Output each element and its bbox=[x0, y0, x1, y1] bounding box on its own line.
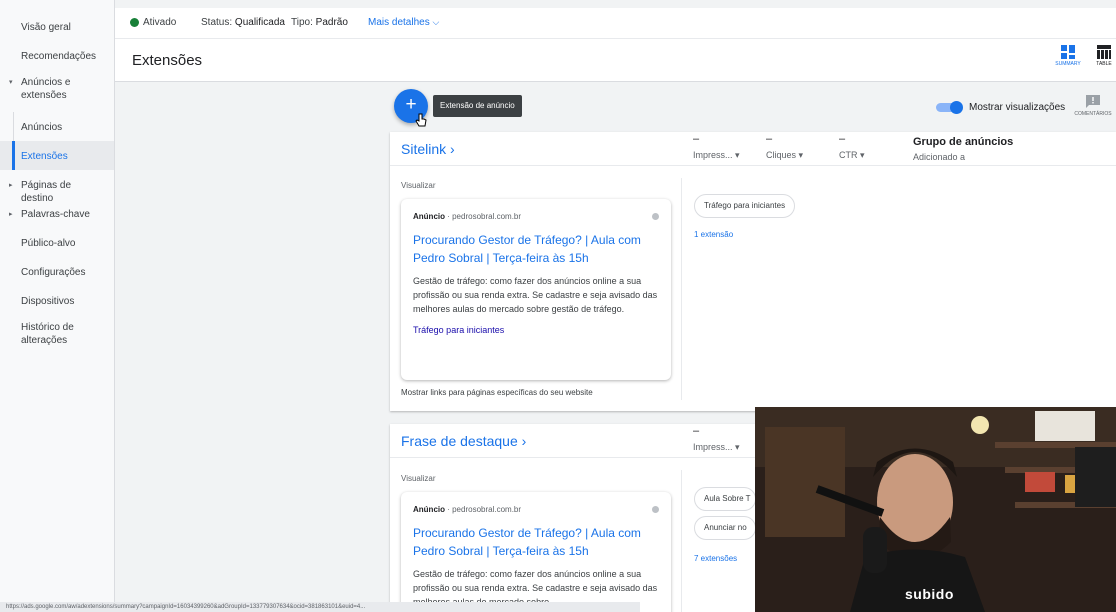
metric-impressions[interactable]: – Impress... ▾ bbox=[693, 132, 740, 161]
metric-clicks[interactable]: – Cliques ▾ bbox=[766, 132, 803, 161]
page-title: Extensões bbox=[132, 52, 203, 69]
summary-label: SUMMARY bbox=[1055, 61, 1081, 67]
comment-icon bbox=[1086, 95, 1100, 108]
shirt-logo-text: subido bbox=[905, 586, 954, 602]
caret-right-icon: ▸ bbox=[9, 182, 13, 189]
table-label: TABLE bbox=[1096, 61, 1112, 67]
sitelink-description: Mostrar links para páginas específicas d… bbox=[401, 388, 593, 397]
chevron-right-icon: › bbox=[521, 433, 527, 449]
add-extension-tooltip: Extensão de anúncio bbox=[433, 95, 522, 117]
dropdown-icon: ▾ bbox=[735, 442, 740, 452]
dropdown-icon: ▾ bbox=[735, 150, 740, 160]
chevron-right-icon: › bbox=[450, 141, 455, 157]
metric-impressions[interactable]: – Impress... ▾ bbox=[693, 424, 740, 453]
ad-headline[interactable]: Procurando Gestor de Tráfego? | Aula com… bbox=[413, 524, 659, 560]
sidebar-item-configuracoes[interactable]: Configurações bbox=[0, 257, 114, 286]
ad-headline[interactable]: Procurando Gestor de Tráfego? | Aula com… bbox=[413, 231, 659, 267]
ad-group-heading: Grupo de anúncios bbox=[913, 136, 1014, 148]
sidebar-item-visao-geral[interactable]: Visão geral bbox=[0, 12, 114, 41]
sidebar-item-anuncios-e-extensoes[interactable]: ▾ Anúncios e extensões bbox=[0, 70, 114, 112]
preview-label: Visualizar bbox=[401, 181, 436, 190]
ad-domain: pedrosobral.com.br bbox=[452, 505, 522, 514]
sidebar: Visão geral Recomendações ▾ Anúncios e e… bbox=[0, 0, 115, 612]
status-dot-icon bbox=[130, 18, 139, 27]
sidebar-item-anuncios[interactable]: Anúncios bbox=[0, 112, 114, 141]
table-icon bbox=[1097, 45, 1111, 59]
type-label: Tipo: Padrão bbox=[291, 17, 348, 28]
ad-preview: Anúncio · pedrosobral.com.br Procurando … bbox=[401, 199, 671, 380]
comments-label: COMENTÁRIOS bbox=[1074, 111, 1112, 117]
metric-ctr[interactable]: – CTR ▾ bbox=[839, 132, 865, 161]
show-previews-label: Mostrar visualizações bbox=[969, 102, 1066, 113]
dropdown-icon: ▾ bbox=[798, 150, 804, 160]
sitelink-card: Sitelink › – Impress... ▾ – Cliques ▾ – … bbox=[390, 132, 1116, 411]
info-icon bbox=[652, 213, 659, 220]
sidebar-item-recomendacoes[interactable]: Recomendações bbox=[0, 41, 114, 70]
column-divider bbox=[681, 470, 682, 612]
extension-count-link[interactable]: 7 extensões bbox=[694, 554, 737, 563]
sidebar-item-palavras-chave[interactable]: ▸ Palavras-chave bbox=[0, 199, 114, 228]
ad-tag: Anúncio bbox=[413, 505, 445, 514]
dropdown-icon: ▾ bbox=[860, 150, 865, 160]
extension-count-link[interactable]: 1 extensão bbox=[694, 230, 733, 239]
caret-down-icon: ▾ bbox=[9, 79, 13, 86]
chevron-down-icon: ⌵ bbox=[432, 17, 440, 27]
status-value: Qualificada bbox=[234, 17, 285, 28]
toggle-knob bbox=[950, 101, 963, 114]
webcam-overlay: subido bbox=[755, 407, 1116, 612]
sidebar-item-dispositivos[interactable]: Dispositivos bbox=[0, 286, 114, 315]
browser-url-status: https://ads.google.com/aw/adextensions/s… bbox=[0, 602, 640, 612]
summary-grid-icon bbox=[1061, 45, 1075, 59]
callout-chip[interactable]: Anunciar no bbox=[694, 516, 756, 540]
sidebar-item-publico-alvo[interactable]: Público-alvo bbox=[0, 228, 114, 257]
ad-preview: Anúncio · pedrosobral.com.br Procurando … bbox=[401, 492, 671, 612]
preview-label: Visualizar bbox=[401, 474, 436, 483]
sidebar-item-label: Palavras-chave bbox=[21, 209, 90, 220]
caret-right-icon: ▸ bbox=[9, 211, 13, 218]
status-enabled: Ativado bbox=[143, 17, 177, 28]
info-icon bbox=[652, 506, 659, 513]
callout-title-link[interactable]: Frase de destaque › bbox=[401, 433, 526, 449]
type-value: Padrão bbox=[315, 17, 348, 28]
presenter-video-image bbox=[755, 407, 1116, 612]
sidebar-item-historico[interactable]: Histórico de alterações bbox=[0, 315, 114, 361]
sitelink-chip[interactable]: Tráfego para iniciantes bbox=[694, 194, 796, 218]
ad-group-subheading: Adicionado a bbox=[913, 152, 966, 162]
callout-chip[interactable]: Aula Sobre T bbox=[694, 487, 756, 511]
ad-description: Gestão de tráfego: como fazer dos anúnci… bbox=[413, 276, 658, 314]
ad-tag: Anúncio bbox=[413, 212, 445, 221]
show-previews-toggle[interactable] bbox=[936, 101, 964, 114]
ad-sitelink[interactable]: Tráfego para iniciantes bbox=[413, 325, 659, 335]
table-view-button[interactable]: TABLE bbox=[1086, 45, 1116, 77]
sidebar-item-extensoes[interactable]: Extensões bbox=[0, 141, 114, 170]
card-header: Sitelink › – Impress... ▾ – Cliques ▾ – … bbox=[390, 132, 1116, 166]
sitelink-title-link[interactable]: Sitelink › bbox=[401, 141, 455, 157]
sidebar-item-paginas-de-destino[interactable]: ▸ Páginas de destino bbox=[0, 170, 114, 204]
status-label: Status: Qualificada bbox=[201, 17, 285, 28]
sidebar-item-label: Anúncios e extensões bbox=[21, 77, 71, 101]
campaign-status-bar: Ativado Status: Qualificada Tipo: Padrão… bbox=[115, 8, 1116, 38]
hand-cursor-icon bbox=[415, 113, 427, 127]
summary-view-button[interactable]: SUMMARY bbox=[1050, 45, 1086, 77]
comments-button[interactable]: COMENTÁRIOS bbox=[1070, 95, 1116, 117]
column-divider bbox=[681, 178, 682, 400]
more-details-link[interactable]: Mais detalhes ⌵ bbox=[368, 17, 439, 28]
page-header: Extensões SUMMARY TABLE bbox=[115, 38, 1116, 82]
app-root: Visão geral Recomendações ▾ Anúncios e e… bbox=[0, 0, 1116, 612]
ad-domain: pedrosobral.com.br bbox=[452, 212, 522, 221]
plus-icon: + bbox=[405, 94, 417, 115]
